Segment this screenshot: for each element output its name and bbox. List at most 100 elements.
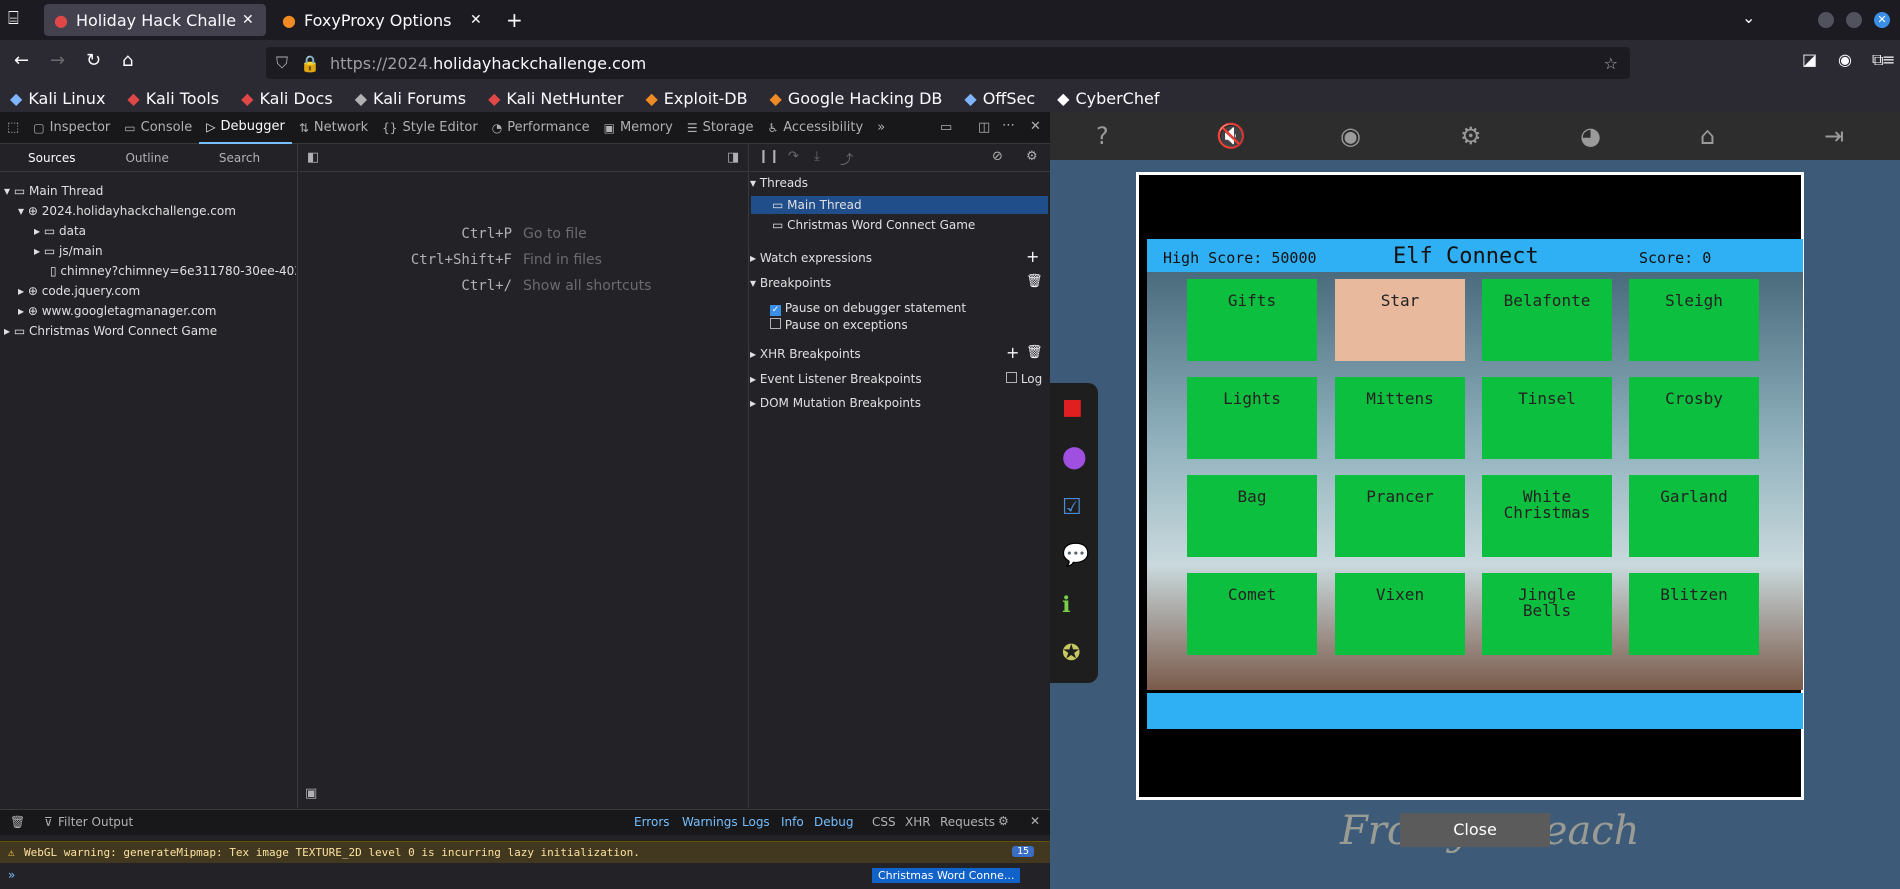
- close-icon[interactable]: ✕: [1030, 814, 1040, 828]
- pause-exceptions-checkbox[interactable]: Pause on exceptions: [770, 318, 908, 332]
- forward-icon[interactable]: →: [50, 50, 65, 71]
- info-icon[interactable]: ℹ: [1062, 593, 1070, 618]
- word-card[interactable]: Lights: [1187, 377, 1317, 459]
- filter-css[interactable]: CSS: [872, 815, 896, 829]
- user-icon[interactable]: ◕: [1580, 122, 1601, 150]
- tree-game-thread[interactable]: ▸ ▭ Christmas Word Connect Game: [4, 324, 217, 338]
- pick-element-icon[interactable]: ⬚: [0, 112, 26, 144]
- tree-folder-data[interactable]: ▸ ▭ data: [34, 224, 86, 238]
- word-card[interactable]: Belafonte: [1482, 279, 1612, 361]
- chat-icon[interactable]: 💬: [1062, 543, 1089, 568]
- tab-memory[interactable]: ▣ Memory: [597, 112, 680, 144]
- filter-requests[interactable]: Requests: [940, 815, 995, 829]
- filter-logs[interactable]: Logs: [742, 815, 770, 829]
- chevron-down-icon[interactable]: ⌄: [1742, 8, 1755, 27]
- tab-performance[interactable]: ◔ Performance: [485, 112, 597, 144]
- filter-errors[interactable]: Errors: [634, 815, 670, 829]
- bookmark-kali-docs[interactable]: ◆ Kali Docs: [241, 89, 339, 108]
- filter-input[interactable]: Filter Output: [58, 815, 133, 829]
- word-card[interactable]: Jingle Bells: [1482, 573, 1612, 655]
- thread-game[interactable]: ▭ Christmas Word Connect Game: [772, 218, 975, 232]
- step-over-icon[interactable]: ↷: [788, 149, 799, 164]
- tab-storage[interactable]: ☰ Storage: [680, 112, 761, 144]
- word-card[interactable]: Crosby: [1629, 377, 1759, 459]
- thread-main[interactable]: ▭ Main Thread: [772, 198, 862, 212]
- account-icon[interactable]: ◉: [1838, 50, 1852, 69]
- tree-file-chimney[interactable]: ▯ chimney?chimney=6e311780-30ee-4037-8dd…: [50, 264, 296, 278]
- word-card-selected[interactable]: Star: [1335, 279, 1465, 361]
- dom-mutation-header[interactable]: ▸ DOM Mutation Breakpoints: [750, 396, 921, 410]
- close-icon[interactable]: ✕: [470, 12, 482, 28]
- step-in-icon[interactable]: ⤓: [814, 149, 820, 164]
- word-card[interactable]: Garland: [1629, 475, 1759, 557]
- word-card[interactable]: Mittens: [1335, 377, 1465, 459]
- word-card[interactable]: Tinsel: [1482, 377, 1612, 459]
- tab-sources[interactable]: Sources: [28, 151, 75, 165]
- tab-list-icon[interactable]: ⌸: [8, 8, 19, 29]
- tree-main-thread[interactable]: ▾ ▭ Main Thread: [4, 184, 103, 198]
- mute-icon[interactable]: 🔇: [1216, 122, 1246, 150]
- toggle-right-sidebar-icon[interactable]: ◨: [727, 150, 739, 165]
- step-out-icon[interactable]: ⤴: [840, 149, 853, 168]
- pause-icon[interactable]: ❙❙: [758, 149, 780, 164]
- more-icon[interactable]: ⋯: [1002, 118, 1015, 133]
- tab-outline[interactable]: Outline: [125, 151, 168, 165]
- book-icon[interactable]: ■: [1062, 395, 1083, 420]
- more-tabs-icon[interactable]: »: [870, 112, 892, 144]
- close-icon[interactable]: ✕: [242, 12, 254, 28]
- filter-warnings[interactable]: Warnings: [682, 815, 738, 829]
- maximize-button[interactable]: [1846, 12, 1862, 28]
- help-icon[interactable]: ?: [1096, 122, 1109, 150]
- gear-icon[interactable]: ⚙: [1026, 149, 1038, 164]
- add-xhr-icon[interactable]: +: [1006, 343, 1019, 362]
- reload-icon[interactable]: ↻: [86, 50, 101, 71]
- gear-icon[interactable]: ⚙: [1460, 122, 1482, 150]
- breakpoints-header[interactable]: ▾ Breakpoints: [750, 276, 831, 290]
- word-card[interactable]: Prancer: [1335, 475, 1465, 557]
- logout-icon[interactable]: ⇥: [1824, 122, 1844, 150]
- filter-xhr[interactable]: XHR: [905, 815, 931, 829]
- xhr-header[interactable]: ▸ XHR Breakpoints: [750, 347, 861, 361]
- checklist-icon[interactable]: ☑: [1062, 495, 1082, 520]
- tab-holiday-hack[interactable]: ● Holiday Hack Challenge 2 ✕: [44, 4, 266, 36]
- pocket-icon[interactable]: ◪: [1802, 50, 1817, 69]
- bookmark-kali-tools[interactable]: ◆ Kali Tools: [127, 89, 225, 108]
- word-card[interactable]: Blitzen: [1629, 573, 1759, 655]
- tree-googletagmanager[interactable]: ▸ ⊕ www.googletagmanager.com: [18, 304, 216, 318]
- console-input-row[interactable]: » Christmas Word Conne...: [0, 865, 1050, 889]
- trash-icon[interactable]: 🗑: [1026, 345, 1043, 360]
- bookmark-kali-nethunter[interactable]: ◆ Kali NetHunter: [488, 89, 629, 108]
- discord-icon[interactable]: ◉: [1340, 122, 1361, 150]
- event-listener-header[interactable]: ▸ Event Listener Breakpoints: [750, 372, 922, 386]
- threads-header[interactable]: ▾ Threads: [750, 176, 808, 190]
- pretty-print-icon[interactable]: ▣: [305, 786, 317, 801]
- word-card[interactable]: Comet: [1187, 573, 1317, 655]
- close-devtools-icon[interactable]: ✕: [1030, 119, 1041, 134]
- word-card[interactable]: Gifts: [1187, 279, 1317, 361]
- word-card[interactable]: White Christmas: [1482, 475, 1612, 557]
- toggle-sidebar-icon[interactable]: ◧: [307, 150, 319, 165]
- add-watch-icon[interactable]: +: [1026, 247, 1039, 266]
- bookmark-kali-linux[interactable]: ◆ Kali Linux: [10, 89, 111, 108]
- badge-icon[interactable]: ✪: [1062, 641, 1080, 666]
- gear-icon[interactable]: ⚙: [998, 814, 1009, 828]
- tree-domain[interactable]: ▾ ⊕ 2024.holidayhackchallenge.com: [18, 204, 236, 218]
- url-bar[interactable]: ⛉ 🔒 https://2024. holidayhackchallenge.co…: [266, 47, 1630, 79]
- trash-icon[interactable]: 🗑: [1026, 274, 1043, 289]
- map-pin-icon[interactable]: ⬤: [1062, 445, 1087, 470]
- star-icon[interactable]: ☆: [1604, 54, 1618, 73]
- deactivate-breakpoints-icon[interactable]: ⊘: [992, 149, 1003, 164]
- window-close-button[interactable]: ✕: [1874, 12, 1890, 28]
- home-icon[interactable]: ⌂: [1700, 122, 1715, 150]
- bookmark-offsec[interactable]: ◆ OffSec: [964, 89, 1041, 108]
- tree-jquery[interactable]: ▸ ⊕ code.jquery.com: [18, 284, 140, 298]
- tab-inspector[interactable]: ▢ Inspector: [26, 112, 117, 144]
- new-tab-button[interactable]: +: [506, 8, 523, 32]
- tab-search[interactable]: Search: [219, 151, 260, 165]
- close-button[interactable]: Close: [1400, 813, 1550, 847]
- tab-network[interactable]: ⇅ Network: [292, 112, 375, 144]
- tab-foxyproxy[interactable]: ● FoxyProxy Options ✕: [272, 4, 494, 36]
- filter-info[interactable]: Info: [781, 815, 804, 829]
- tab-console[interactable]: ▭ Console: [117, 112, 199, 144]
- back-icon[interactable]: ←: [14, 50, 29, 71]
